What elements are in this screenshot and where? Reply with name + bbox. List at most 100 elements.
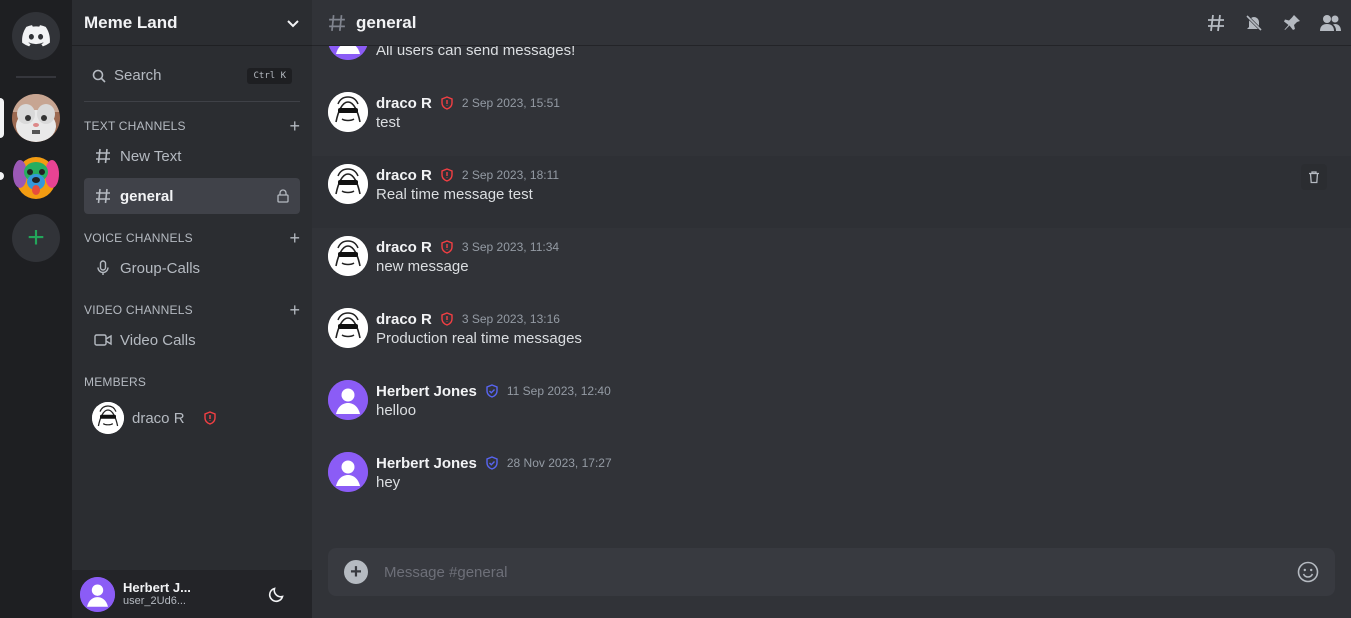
message-author[interactable]: draco R — [376, 239, 432, 256]
rail-divider — [16, 76, 56, 78]
channel-name: Video Calls — [120, 331, 196, 349]
user-panel: Herbert J... user_2Ud6... — [72, 570, 312, 618]
add-video-channel-icon[interactable]: + — [289, 301, 300, 319]
microphone-icon — [94, 260, 112, 276]
avatar — [328, 46, 368, 60]
voice-channels-header: VOICE CHANNELS + — [72, 229, 312, 247]
hashtag-icon — [94, 148, 112, 164]
channel-group-calls[interactable]: Group-Calls — [84, 250, 300, 286]
chat-area: general All users can send messages! dra… — [312, 0, 1351, 618]
notification-bell-muted-icon[interactable] — [1243, 12, 1265, 34]
message-author[interactable]: draco R — [376, 311, 432, 328]
message-item[interactable]: draco R 2 Sep 2023, 18:11 Real time mess… — [312, 156, 1351, 228]
channel-new-text[interactable]: New Text — [84, 138, 300, 174]
message-text: hey — [376, 474, 401, 491]
message-timestamp: 11 Sep 2023, 12:40 — [506, 384, 611, 398]
message-meta: Herbert Jones 11 Sep 2023, 12:40 — [376, 380, 611, 402]
avatar — [328, 164, 368, 204]
message-item[interactable]: Herbert Jones 28 Nov 2023, 17:27 hey — [312, 444, 1351, 516]
members-title: MEMBERS — [84, 375, 147, 389]
message-meta: draco R 3 Sep 2023, 11:34 — [376, 236, 559, 258]
trash-icon — [1309, 171, 1319, 184]
avatar — [328, 308, 368, 348]
voice-channels-title: VOICE CHANNELS — [84, 231, 193, 245]
add-text-channel-icon[interactable]: + — [289, 117, 300, 135]
message-meta: draco R 3 Sep 2023, 13:16 — [376, 308, 582, 330]
username: Herbert J... — [123, 579, 191, 595]
message-text: All users can send messages! — [376, 46, 576, 59]
message-timestamp: 3 Sep 2023, 11:34 — [461, 240, 560, 254]
shield-check-icon — [485, 384, 499, 398]
members-icon[interactable] — [1319, 12, 1341, 34]
avatar — [328, 380, 368, 420]
message-meta: draco R 2 Sep 2023, 18:11 — [376, 164, 559, 186]
message-text: Production real time messages — [376, 330, 582, 347]
message-item[interactable]: Herbert Jones 11 Sep 2023, 12:40 helloo — [312, 372, 1351, 444]
message-body: Herbert Jones 28 Nov 2023, 17:27 hey — [376, 452, 612, 492]
message-text: test — [376, 114, 401, 131]
server-rainbow-dog[interactable] — [12, 152, 60, 200]
shield-alert-icon — [203, 411, 216, 425]
message-composer: + — [328, 548, 1335, 596]
message-timestamp: 3 Sep 2023, 13:16 — [461, 312, 560, 326]
avatar — [92, 402, 124, 434]
user-id: user_2Ud6... — [123, 595, 186, 608]
message-body: All users can send messages! — [376, 46, 575, 60]
video-camera-icon — [94, 333, 112, 347]
search-icon — [92, 69, 106, 83]
attach-plus-button[interactable]: + — [344, 560, 368, 584]
hashtag-icon — [329, 14, 345, 31]
message-item[interactable]: draco R 3 Sep 2023, 11:34 new message — [312, 228, 1351, 300]
message-author[interactable]: Herbert Jones — [376, 383, 477, 400]
delete-message-button[interactable] — [1301, 164, 1327, 190]
hashtag-icon — [94, 188, 112, 204]
message-text: Real time message test — [376, 186, 533, 203]
channel-name: Group-Calls — [120, 259, 201, 277]
server-rail: + — [0, 0, 72, 618]
channel-general[interactable]: general — [84, 178, 300, 214]
member-name: draco R — [132, 409, 185, 427]
message-input[interactable] — [384, 563, 1297, 581]
message-meta: Herbert Jones 28 Nov 2023, 17:27 — [376, 452, 612, 474]
channel-name: general — [120, 187, 174, 205]
emoji-smiley-icon[interactable] — [1297, 561, 1319, 583]
message-text: new message — [376, 258, 469, 275]
server-meme-cat[interactable] — [12, 94, 60, 142]
message-author[interactable]: draco R — [376, 167, 432, 184]
message-body: draco R 3 Sep 2023, 11:34 new message — [376, 236, 559, 276]
discord-home-button[interactable] — [12, 12, 60, 60]
message-timestamp: 2 Sep 2023, 18:11 — [461, 168, 560, 182]
message-item[interactable]: All users can send messages! — [312, 46, 1351, 84]
add-voice-channel-icon[interactable]: + — [289, 229, 300, 247]
text-channels-header: TEXT CHANNELS + — [72, 117, 312, 135]
message-body: draco R 3 Sep 2023, 13:16 Production rea… — [376, 308, 582, 348]
message-item[interactable]: draco R 2 Sep 2023, 15:51 test — [312, 84, 1351, 156]
server-header[interactable]: Meme Land — [72, 0, 312, 46]
member-item[interactable]: draco R — [84, 398, 300, 438]
pin-icon[interactable] — [1281, 12, 1303, 34]
search-button[interactable]: Search Ctrl K — [84, 58, 300, 102]
chevron-down-icon — [287, 19, 299, 27]
threads-icon[interactable] — [1205, 12, 1227, 34]
active-server-indicator — [0, 98, 4, 138]
server-name: Meme Land — [84, 12, 178, 32]
moon-icon[interactable] — [268, 585, 286, 603]
channel-video-calls[interactable]: Video Calls — [84, 322, 300, 358]
message-body: draco R 2 Sep 2023, 18:11 Real time mess… — [376, 164, 559, 204]
cat-server-icon — [12, 94, 60, 142]
shield-alert-icon — [440, 96, 454, 110]
message-author[interactable]: draco R — [376, 95, 432, 112]
lock-icon[interactable] — [276, 189, 290, 203]
add-server-button[interactable]: + — [12, 214, 60, 262]
discord-logo-icon — [22, 25, 50, 47]
search-shortcut: Ctrl K — [247, 67, 292, 84]
dog-server-icon — [12, 152, 60, 200]
channel-name: New Text — [120, 147, 182, 165]
avatar[interactable] — [80, 576, 115, 612]
message-text: helloo — [376, 402, 417, 419]
message-author[interactable]: Herbert Jones — [376, 455, 477, 472]
channel-header: general — [312, 0, 1351, 46]
plus-icon: + — [27, 221, 45, 254]
header-toolbar — [1205, 12, 1341, 34]
message-item[interactable]: draco R 3 Sep 2023, 13:16 Production rea… — [312, 300, 1351, 372]
